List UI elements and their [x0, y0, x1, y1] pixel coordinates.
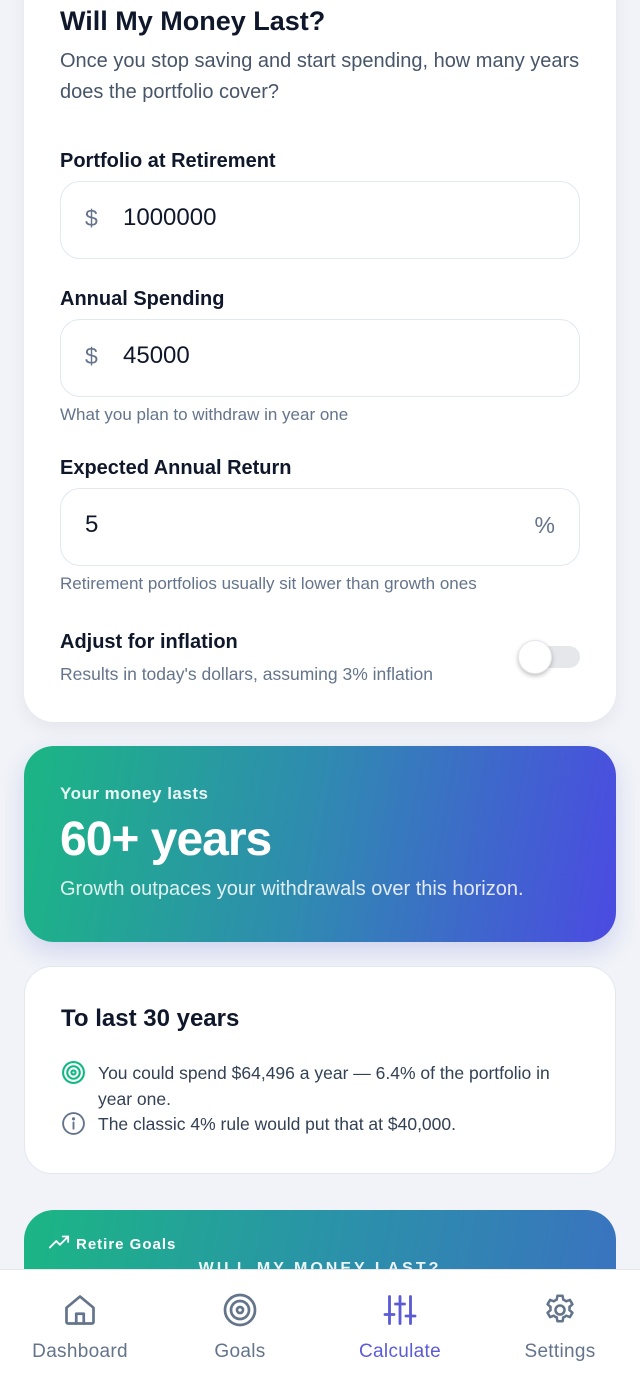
page-subtitle: Once you stop saving and start spending,…	[60, 50, 580, 103]
nav-item-calculate[interactable]: Calculate	[320, 1270, 480, 1385]
sliders-icon	[381, 1292, 419, 1333]
gear-icon	[542, 1292, 578, 1333]
return-label: Expected Annual Return	[60, 457, 292, 479]
list-item-text: You could spend $64,496 a year — 6.4% of…	[98, 1063, 550, 1109]
inflation-toggle-knob[interactable]	[518, 640, 552, 674]
list-item: You could spend $64,496 a year — 6.4% of…	[61, 1060, 581, 1112]
percent-suffix: %	[534, 512, 555, 538]
list-item: The classic 4% rule would put that at $4…	[61, 1111, 581, 1137]
nav-label-calculate: Calculate	[359, 1341, 441, 1362]
portfolio-input[interactable]: $ 1000000	[60, 181, 580, 259]
last-30-title: To last 30 years	[61, 1005, 240, 1032]
nav-label-goals: Goals	[214, 1341, 266, 1362]
bottom-nav: Dashboard Goals Calculate Settings	[0, 1269, 640, 1385]
calculator-form-card: Will My Money Last? Once you stop saving…	[24, 0, 616, 722]
nav-label-settings: Settings	[524, 1341, 596, 1362]
last-30-years-card: To last 30 years You could spend $64,496…	[24, 966, 616, 1174]
portfolio-label: Portfolio at Retirement	[60, 150, 276, 172]
result-card: Your money lasts 60+ years Growth outpac…	[24, 746, 616, 942]
promo-brand-label: Retire Goals	[76, 1235, 177, 1253]
inflation-description: Results in today's dollars, assuming 3% …	[60, 664, 433, 684]
result-kicker: Your money lasts	[60, 784, 209, 803]
home-icon	[62, 1292, 98, 1333]
target-icon	[61, 1060, 86, 1085]
spending-label: Annual Spending	[60, 288, 225, 310]
return-value[interactable]: 5	[85, 511, 98, 539]
nav-item-settings[interactable]: Settings	[480, 1270, 640, 1385]
currency-prefix: $	[85, 205, 98, 231]
nav-label-dashboard: Dashboard	[32, 1341, 128, 1362]
nav-item-goals[interactable]: Goals	[160, 1270, 320, 1385]
page-title: Will My Money Last?	[60, 6, 326, 36]
spending-value[interactable]: 45000	[123, 342, 190, 370]
result-description: Growth outpaces your withdrawals over th…	[60, 878, 524, 900]
spending-input[interactable]: $ 45000	[60, 319, 580, 397]
target-icon	[222, 1292, 258, 1333]
return-input[interactable]: 5 %	[60, 488, 580, 566]
currency-prefix: $	[85, 343, 98, 369]
result-headline: 60+ years	[60, 813, 272, 866]
return-hint: Retirement portfolios usually sit lower …	[60, 574, 477, 593]
promo-brand: Retire Goals	[48, 1234, 176, 1254]
portfolio-value[interactable]: 1000000	[123, 204, 216, 232]
inflation-label: Adjust for inflation	[60, 631, 238, 653]
spending-hint: What you plan to withdraw in year one	[60, 405, 349, 424]
nav-item-dashboard[interactable]: Dashboard	[0, 1270, 160, 1385]
info-icon	[61, 1111, 86, 1136]
trending-up-icon	[48, 1234, 70, 1254]
list-item-text: The classic 4% rule would put that at $4…	[98, 1114, 456, 1134]
